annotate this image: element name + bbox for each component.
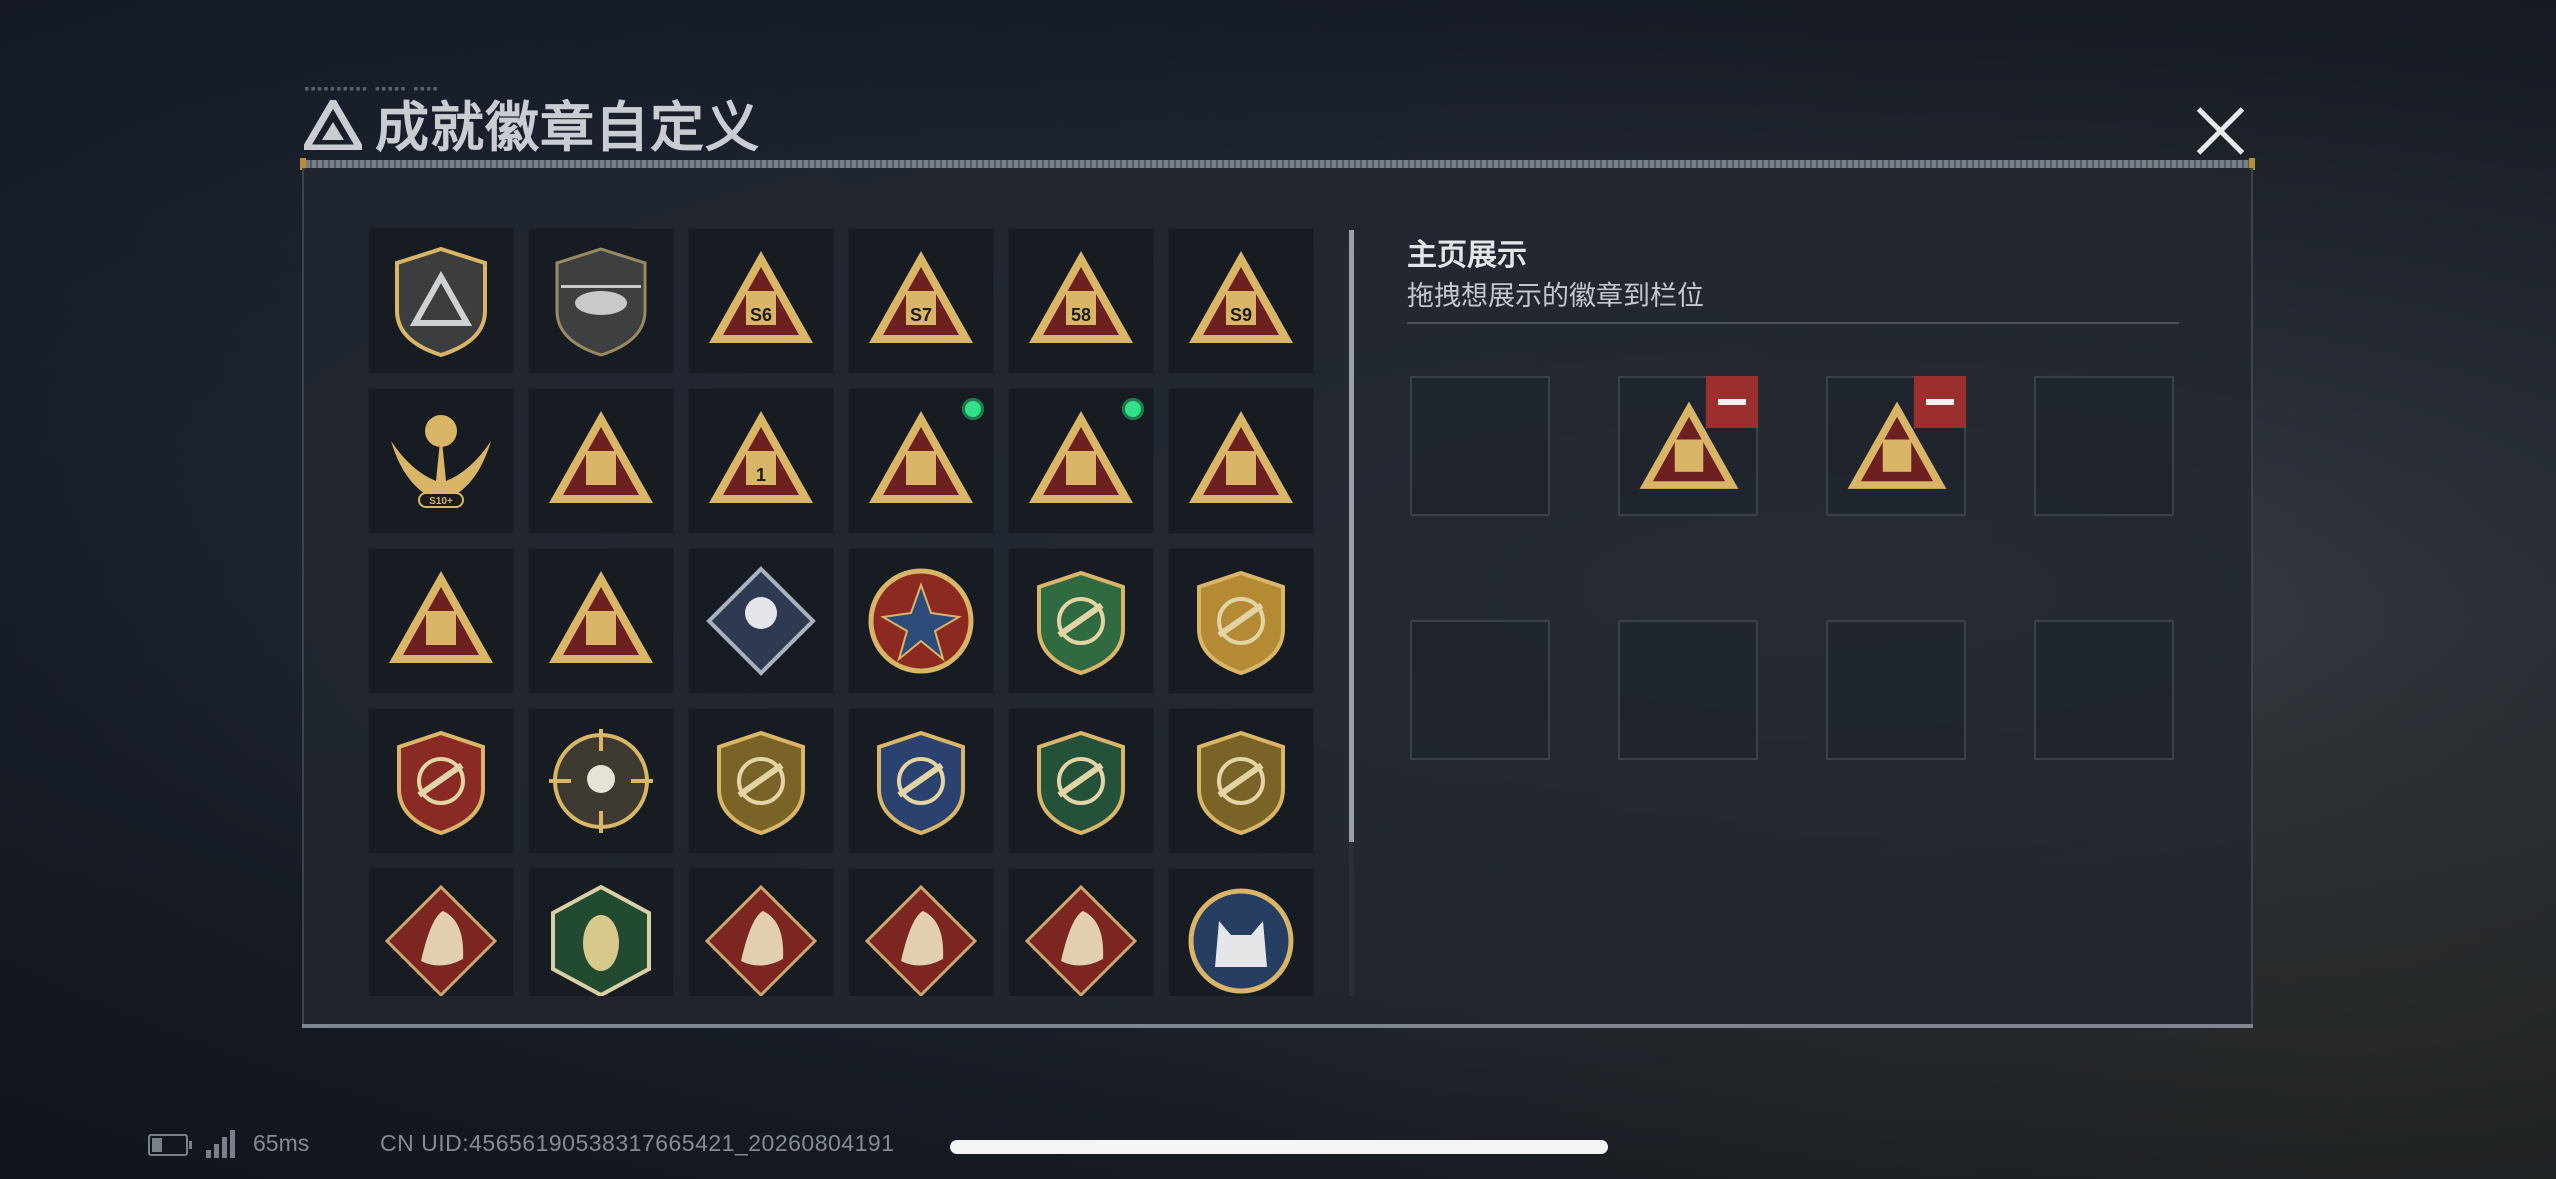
- home-indicator[interactable]: [950, 1140, 1608, 1154]
- bee-hex-badge[interactable]: [528, 868, 674, 996]
- gold-rifle-shield-badge[interactable]: [688, 708, 834, 854]
- squad-tri-badge[interactable]: [368, 548, 514, 694]
- battery-icon: [148, 1134, 192, 1156]
- s7-season-badge[interactable]: S7: [848, 228, 994, 374]
- star-round-icon: [868, 568, 974, 674]
- showcase-slot-6[interactable]: [1618, 620, 1758, 760]
- triangle-shield-badge[interactable]: [368, 228, 514, 374]
- rose-diamond-icon: [706, 566, 816, 676]
- skull-crosshair-icon: [549, 729, 653, 833]
- usb-tri-badge[interactable]: [848, 388, 994, 534]
- s10-season-badge[interactable]: S10+: [368, 388, 514, 534]
- dialog-title: 成就徽章自定义: [375, 98, 760, 158]
- hands-tri-badge[interactable]: [1168, 388, 1314, 534]
- dialog-header: ▪▪▪▪▪▪▪▪▪▪ ▪▪▪▪▪ ▪▪▪▪ 成就徽章自定义: [300, 84, 2255, 170]
- showcase-title: 主页展示: [1407, 239, 1527, 272]
- svg-text:58: 58: [1071, 305, 1091, 325]
- s6-season-badge[interactable]: S6: [688, 228, 834, 374]
- panel-bottom-border: [302, 1024, 2253, 1028]
- s8-season-badge[interactable]: 58: [1008, 228, 1154, 374]
- gold-rifle-shield-2-badge[interactable]: [1168, 708, 1314, 854]
- gold-emblem-icon: [1197, 570, 1285, 676]
- bee-hex-icon: [551, 884, 651, 996]
- close-icon[interactable]: [2190, 100, 2250, 160]
- runner-diamond-icon: [1024, 884, 1138, 996]
- rose-diamond-badge[interactable]: [688, 548, 834, 694]
- ping-value: 65ms: [253, 1130, 310, 1156]
- usb-tri-icon: [869, 411, 973, 503]
- svg-text:S7: S7: [910, 305, 932, 325]
- helicopter-badge[interactable]: [528, 228, 674, 374]
- badge-grid[interactable]: S6 S7 58 S9 S10+ 1: [368, 228, 1336, 996]
- squad-tri-icon: [389, 571, 493, 663]
- mask-tri-icon: [1029, 411, 1133, 503]
- svg-text:S10+: S10+: [429, 496, 453, 507]
- lynx-round-badge[interactable]: [1168, 868, 1314, 996]
- dragon-diamond-2-badge[interactable]: [848, 868, 994, 996]
- showcase-subtitle: 拖拽想展示的徽章到栏位: [1407, 281, 1704, 311]
- green-rifle-shield-badge[interactable]: [1008, 708, 1154, 854]
- red-gem-emblem-icon: [397, 730, 485, 836]
- dragon-diamond-icon: [704, 884, 818, 996]
- showcase-slot-2[interactable]: [1618, 376, 1758, 516]
- skull-crosshair-badge[interactable]: [528, 708, 674, 854]
- number-one-badge[interactable]: 1: [688, 388, 834, 534]
- green-shield-badge[interactable]: [1008, 548, 1154, 694]
- showcase-slot-8[interactable]: [2034, 620, 2174, 760]
- helicopter-icon: [555, 247, 647, 357]
- showcase-slot-7[interactable]: [1826, 620, 1966, 760]
- badge-grid-scrollbar[interactable]: [1349, 230, 1354, 996]
- mask-tri-badge[interactable]: [1008, 388, 1154, 534]
- signal-icon: [206, 1128, 240, 1158]
- showcase-slot-1[interactable]: [1410, 376, 1550, 516]
- wolf-diamond-badge[interactable]: [368, 868, 514, 996]
- s9-season-icon: S9: [1189, 251, 1293, 343]
- bird-tri-icon: [549, 411, 653, 503]
- showcase-slot-5[interactable]: [1410, 620, 1550, 760]
- svg-text:S9: S9: [1230, 305, 1252, 325]
- header-decoration: ▪▪▪▪▪▪▪▪▪▪ ▪▪▪▪▪ ▪▪▪▪: [304, 84, 439, 94]
- s8-season-icon: 58: [1029, 251, 1133, 343]
- triangle-logo-icon: [304, 100, 362, 150]
- svg-text:1: 1: [756, 465, 766, 485]
- remove-badge-button[interactable]: [1706, 376, 1758, 428]
- lynx-round-icon: [1188, 888, 1294, 994]
- showcase-slot-4[interactable]: [2034, 376, 2174, 516]
- bird-tri-badge[interactable]: [528, 388, 674, 534]
- s9-season-badge[interactable]: S9: [1168, 228, 1314, 374]
- star-round-badge[interactable]: [848, 548, 994, 694]
- beast-tri-icon: [549, 571, 653, 663]
- blue-rifle-shield-icon: [877, 730, 965, 836]
- header-divider: [300, 158, 2255, 170]
- green-rifle-shield-icon: [1037, 730, 1125, 836]
- dragon-diamond-badge[interactable]: [688, 868, 834, 996]
- scrollbar-thumb[interactable]: [1349, 230, 1354, 842]
- runner-diamond-badge[interactable]: [1008, 868, 1154, 996]
- s10-season-icon: S10+: [391, 415, 491, 508]
- dragon-diamond-2-icon: [864, 884, 978, 996]
- blue-rifle-shield-badge[interactable]: [848, 708, 994, 854]
- green-shield-icon: [1037, 570, 1125, 676]
- gold-rifle-shield-icon: [717, 730, 805, 836]
- status-bar: 65ms CN UID:45656190538317665421_2026080…: [148, 1126, 1048, 1166]
- wolf-diamond-icon: [384, 884, 498, 996]
- beast-tri-badge[interactable]: [528, 548, 674, 694]
- number-one-icon: 1: [709, 411, 813, 503]
- new-indicator-dot: [1122, 398, 1144, 420]
- remove-badge-button[interactable]: [1914, 376, 1966, 428]
- red-gem-emblem-badge[interactable]: [368, 708, 514, 854]
- new-indicator-dot: [962, 398, 984, 420]
- triangle-shield-icon: [395, 246, 487, 358]
- svg-text:S6: S6: [750, 305, 772, 325]
- gold-emblem-badge[interactable]: [1168, 548, 1314, 694]
- gold-rifle-shield-2-icon: [1197, 730, 1285, 836]
- showcase-slot-3[interactable]: [1826, 376, 1966, 516]
- hands-tri-icon: [1189, 411, 1293, 503]
- s7-season-icon: S7: [869, 251, 973, 343]
- showcase-divider: [1407, 322, 2179, 324]
- user-uid: CN UID:45656190538317665421_20260804191: [380, 1130, 895, 1156]
- s6-season-icon: S6: [709, 251, 813, 343]
